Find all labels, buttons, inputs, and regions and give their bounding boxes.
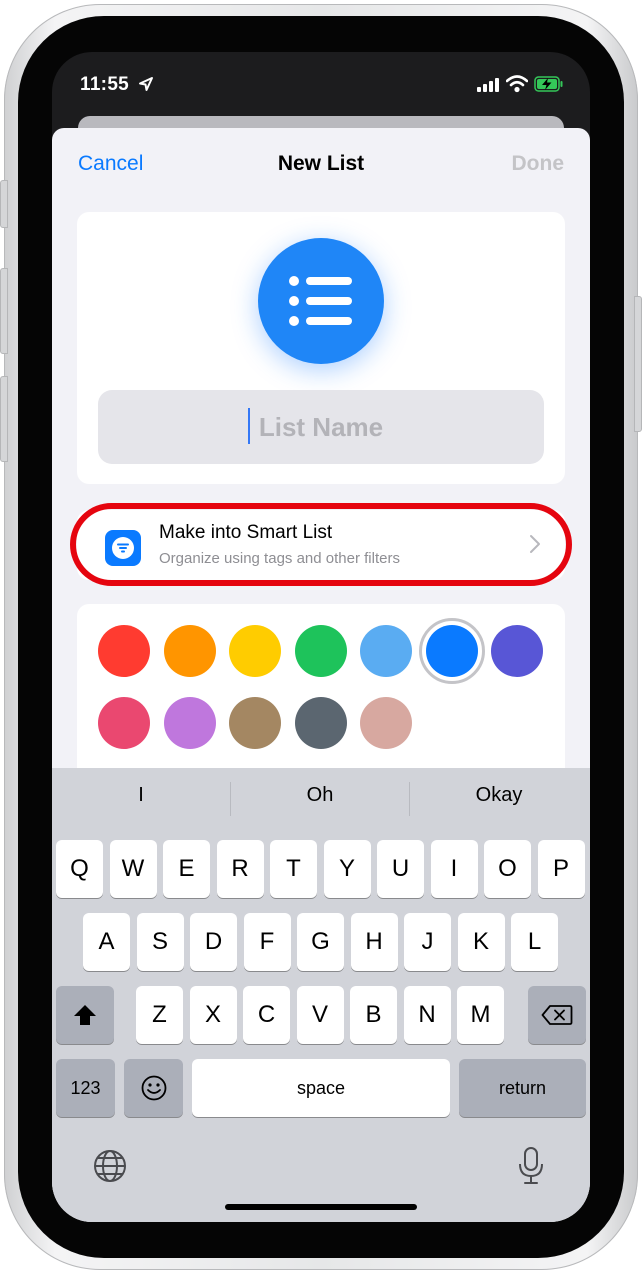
microphone-icon[interactable]	[518, 1146, 544, 1186]
location-arrow-icon	[138, 76, 154, 97]
space-key[interactable]: space	[192, 1059, 450, 1117]
color-swatch[interactable]	[229, 697, 281, 749]
color-swatch[interactable]	[163, 625, 216, 677]
shift-icon	[74, 1005, 96, 1025]
key-l[interactable]: L	[511, 913, 558, 971]
cancel-button[interactable]: Cancel	[78, 152, 143, 176]
key-j[interactable]: J	[404, 913, 451, 971]
color-swatch[interactable]	[163, 697, 216, 749]
wifi-icon	[505, 75, 529, 98]
key-m[interactable]: M	[457, 986, 504, 1044]
status-time: 11:55	[80, 74, 130, 95]
suggestion-2[interactable]: Oh	[231, 784, 409, 807]
color-swatch[interactable]	[360, 697, 412, 749]
side-button	[634, 296, 642, 432]
list-bullets-icon	[258, 238, 384, 364]
shift-key[interactable]	[56, 986, 114, 1044]
emoji-key[interactable]	[124, 1059, 183, 1117]
battery-charging-icon	[534, 76, 564, 97]
key-f[interactable]: F	[243, 913, 291, 971]
key-t[interactable]: T	[270, 840, 317, 898]
screen: 11:55 New List Cancel Done List Name Mak…	[52, 52, 590, 1222]
volume-down-button	[0, 376, 8, 462]
done-button[interactable]: Done	[512, 152, 565, 176]
key-b[interactable]: B	[350, 986, 397, 1044]
key-v[interactable]: V	[296, 986, 344, 1044]
cellular-signal-icon	[477, 78, 501, 97]
key-z[interactable]: Z	[136, 986, 183, 1044]
list-name-input[interactable]: List Name	[98, 390, 544, 464]
color-swatch[interactable]	[360, 625, 412, 677]
key-w[interactable]: W	[109, 840, 157, 898]
red-highlight-outline	[70, 503, 572, 586]
color-swatch[interactable]	[491, 625, 543, 677]
keyboard: I Oh Okay Q W E R T Y U I O P A S D F G H J K L Z X C V B N M 123 s…	[52, 768, 590, 1222]
text-cursor	[248, 408, 250, 444]
key-p[interactable]: P	[537, 840, 585, 898]
key-y[interactable]: Y	[323, 840, 371, 898]
key-u[interactable]: U	[377, 840, 424, 898]
key-c[interactable]: C	[243, 986, 290, 1044]
key-g[interactable]: G	[297, 913, 344, 971]
return-key[interactable]: return	[459, 1059, 586, 1117]
color-swatch[interactable]	[294, 625, 347, 677]
key-r[interactable]: R	[216, 840, 264, 898]
numbers-key[interactable]: 123	[56, 1059, 115, 1117]
key-x[interactable]: X	[189, 986, 237, 1044]
suggestion-1[interactable]: I	[52, 784, 230, 807]
status-bar: 11:55	[52, 52, 590, 122]
globe-icon[interactable]	[92, 1148, 128, 1184]
emoji-icon	[141, 1075, 166, 1101]
key-e[interactable]: E	[163, 840, 210, 898]
color-swatch[interactable]	[229, 625, 281, 677]
key-n[interactable]: N	[403, 986, 451, 1044]
silent-switch	[0, 180, 8, 228]
key-s[interactable]: S	[136, 913, 184, 971]
suggestion-3[interactable]: Okay	[410, 784, 588, 807]
key-d[interactable]: D	[190, 913, 237, 971]
backspace-icon	[541, 1005, 573, 1025]
key-k[interactable]: K	[457, 913, 505, 971]
key-a[interactable]: A	[83, 913, 130, 971]
volume-up-button	[0, 268, 8, 354]
color-swatch[interactable]	[98, 697, 150, 749]
key-q[interactable]: Q	[56, 840, 103, 898]
color-swatch[interactable]	[294, 697, 347, 749]
backspace-key[interactable]	[528, 986, 586, 1044]
key-o[interactable]: O	[484, 840, 531, 898]
color-swatch[interactable]	[425, 625, 478, 677]
key-i[interactable]: I	[430, 840, 478, 898]
key-h[interactable]: H	[350, 913, 398, 971]
color-swatch[interactable]	[98, 625, 150, 677]
list-name-placeholder: List Name	[258, 412, 384, 442]
home-indicator	[225, 1204, 417, 1210]
